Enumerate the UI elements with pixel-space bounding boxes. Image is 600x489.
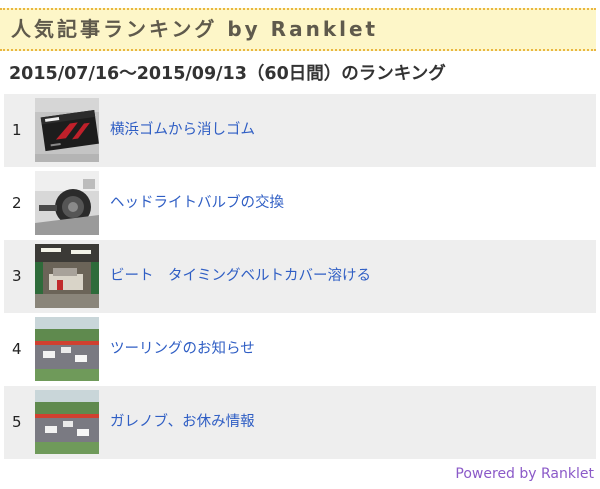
- article-link[interactable]: ガレノブ、お休み情報: [110, 386, 255, 459]
- widget-title: 人気記事ランキング by Ranklet: [11, 17, 379, 41]
- ranking-list: 1 横浜ゴムから消しゴム 2 ヘッドライトバルブの交換 3 ビート タイミングベ…: [4, 94, 596, 459]
- ranking-item: 2 ヘッドライトバルブの交換: [4, 167, 596, 240]
- ranking-period: 2015/07/16〜2015/09/13（60日間）のランキング: [9, 64, 446, 84]
- ranking-item: 3 ビート タイミングベルトカバー溶ける: [4, 240, 596, 313]
- powered-by-link[interactable]: Powered by Ranklet: [455, 464, 594, 484]
- racing-circuit-image: [35, 317, 99, 381]
- article-thumbnail[interactable]: [35, 171, 99, 235]
- ranking-item: 5 ガレノブ、お休み情報: [4, 386, 596, 459]
- rank-number: 5: [12, 413, 22, 431]
- racing-circuit-image: [35, 390, 99, 454]
- headlight-bulb-image: [35, 171, 99, 235]
- article-thumbnail[interactable]: [35, 317, 99, 381]
- article-thumbnail[interactable]: [35, 390, 99, 454]
- article-link[interactable]: ビート タイミングベルトカバー溶ける: [110, 240, 371, 313]
- rank-number: 1: [12, 121, 22, 139]
- garage-workshop-image: [35, 244, 99, 308]
- ranking-item: 1 横浜ゴムから消しゴム: [4, 94, 596, 167]
- article-thumbnail[interactable]: [35, 98, 99, 162]
- eraser-product-image: [35, 98, 99, 162]
- article-link[interactable]: 横浜ゴムから消しゴム: [110, 94, 255, 167]
- rank-number: 2: [12, 194, 22, 212]
- article-link[interactable]: ヘッドライトバルブの交換: [110, 167, 284, 240]
- article-thumbnail[interactable]: [35, 244, 99, 308]
- rank-number: 4: [12, 340, 22, 358]
- rank-number: 3: [12, 267, 22, 285]
- widget-header: 人気記事ランキング by Ranklet: [0, 8, 596, 51]
- article-link[interactable]: ツーリングのお知らせ: [110, 313, 255, 386]
- ranking-item: 4 ツーリングのお知らせ: [4, 313, 596, 386]
